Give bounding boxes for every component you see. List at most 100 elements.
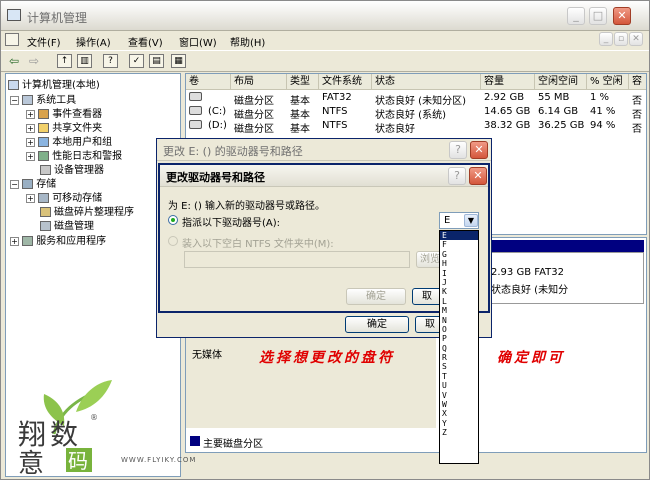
menu-help[interactable]: 帮助(H): [230, 34, 265, 49]
table-row[interactable]: (C:) 磁盘分区 基本 NTFS 状态良好 (系统) 14.65 GB 6.1…: [186, 105, 646, 121]
drive-letter-option[interactable]: Q: [440, 344, 478, 353]
outer-ok-button[interactable]: 确定: [345, 316, 409, 333]
child-restore-button[interactable]: ▫: [614, 32, 628, 46]
drive-letter-option[interactable]: M: [440, 306, 478, 315]
drive-letter-option[interactable]: T: [440, 372, 478, 381]
drive-letter-option[interactable]: U: [440, 381, 478, 390]
inner-dialog-titlebar[interactable]: 更改驱动器号和路径 ? ✕: [160, 165, 488, 187]
radio-assign-letter[interactable]: [168, 215, 178, 225]
inner-help-button[interactable]: ?: [448, 167, 466, 185]
drive-letter-dropdown[interactable]: EFGHIJKLMNOPQRSTUVWXYZ: [439, 230, 479, 464]
table-row[interactable]: (D:) 磁盘分区 基本 NTFS 状态良好 38.32 GB 36.25 GB…: [186, 119, 646, 135]
title-bar[interactable]: 计算机管理 _ □ ✕: [1, 1, 649, 31]
storage-icon: [22, 179, 34, 189]
expand-icon[interactable]: +: [26, 151, 35, 161]
expand-icon[interactable]: +: [26, 193, 35, 203]
col-layout[interactable]: 布局: [231, 74, 287, 90]
tree-item-removable[interactable]: + 可移动存储: [26, 189, 102, 204]
drive-letter-option[interactable]: R: [440, 353, 478, 362]
inner-close-button[interactable]: ✕: [469, 167, 487, 185]
forward-arrow-icon[interactable]: ⇨: [29, 54, 39, 68]
tree-item-local-users[interactable]: + 本地用户和组: [26, 133, 112, 148]
col-fault-tolerance[interactable]: 容: [629, 74, 646, 90]
col-status[interactable]: 状态: [372, 74, 481, 90]
tree-item-event-viewer[interactable]: + 事件查看器: [26, 105, 102, 120]
col-type[interactable]: 类型: [287, 74, 319, 90]
outer-dialog-titlebar[interactable]: 更改 E: () 的驱动器号和路径 ? ✕: [157, 139, 491, 161]
export-list-icon[interactable]: ▤: [149, 54, 164, 68]
drive-letter-option[interactable]: P: [440, 334, 478, 343]
collapse-icon[interactable]: −: [10, 179, 19, 189]
event-viewer-icon: [38, 109, 50, 119]
tree-item-root[interactable]: 计算机管理(本地): [8, 76, 100, 91]
drive-letter-option[interactable]: J: [440, 278, 478, 287]
drive-letter-option[interactable]: Z: [440, 428, 478, 437]
drive-letter-option[interactable]: S: [440, 362, 478, 371]
drive-letter-option[interactable]: N: [440, 316, 478, 325]
child-minimize-button[interactable]: _: [599, 32, 613, 46]
col-percent-free[interactable]: % 空闲: [587, 74, 629, 90]
tree-item-defrag[interactable]: 磁盘碎片整理程序: [40, 203, 134, 218]
properties-icon[interactable]: ✓: [129, 54, 144, 68]
computer-icon: [8, 80, 19, 90]
computer-management-window: 计算机管理 _ □ ✕ 文件(F) 操作(A) 查看(V) 窗口(W) 帮助(H…: [0, 0, 650, 480]
drive-letter-option[interactable]: F: [440, 240, 478, 249]
drive-letter-option[interactable]: E: [440, 231, 478, 241]
tree-item-system-tools[interactable]: − 系统工具: [10, 91, 76, 106]
console-tree[interactable]: 计算机管理(本地) − 系统工具 + 事件查看器 + 共享文件夹 + 本地用户和…: [5, 73, 195, 479]
drive-letter-option[interactable]: G: [440, 250, 478, 259]
tree-item-services[interactable]: + 服务和应用程序: [10, 232, 106, 247]
drive-letter-select[interactable]: E ▼: [439, 212, 479, 229]
col-filesystem[interactable]: 文件系统: [319, 74, 372, 90]
menu-action[interactable]: 操作(A): [76, 34, 111, 49]
tree-item-device-manager[interactable]: 设备管理器: [40, 161, 104, 176]
expand-icon[interactable]: +: [26, 109, 35, 119]
tree-item-perf-logs[interactable]: + 性能日志和警报: [26, 147, 122, 162]
tree-item-disk-management[interactable]: 磁盘管理: [40, 217, 94, 232]
expand-icon[interactable]: +: [10, 236, 19, 246]
table-row[interactable]: 磁盘分区 基本 FAT32 状态良好 (未知分区) 2.92 GB 55 MB …: [186, 91, 646, 107]
maximize-button[interactable]: □: [589, 7, 607, 25]
help-icon[interactable]: ?: [103, 54, 118, 68]
folder-path-input[interactable]: [184, 251, 410, 268]
drive-letter-option[interactable]: V: [440, 391, 478, 400]
mmc-console-icon[interactable]: [5, 33, 19, 46]
menu-view[interactable]: 查看(V): [128, 34, 163, 49]
drive-letter-option[interactable]: W: [440, 400, 478, 409]
inner-cancel-button[interactable]: 取: [412, 288, 442, 305]
child-close-button[interactable]: ✕: [629, 32, 643, 46]
fat32-partition[interactable]: 2.93 GB FAT32 状态良好 (未知分: [486, 252, 644, 304]
drive-letter-option[interactable]: L: [440, 297, 478, 306]
watermark-url: WWW.FLYIKY.COM: [121, 456, 197, 464]
col-free-space[interactable]: 空闲空间: [535, 74, 587, 90]
drive-letter-option[interactable]: Y: [440, 419, 478, 428]
expand-icon[interactable]: +: [26, 123, 35, 133]
tree-item-storage[interactable]: − 存储: [10, 175, 56, 190]
close-button[interactable]: ✕: [613, 7, 631, 25]
expand-icon[interactable]: +: [26, 137, 35, 147]
minimize-button[interactable]: _: [567, 7, 585, 25]
chevron-down-icon[interactable]: ▼: [464, 214, 478, 227]
up-level-icon[interactable]: ↑: [57, 54, 72, 68]
menu-file[interactable]: 文件(F): [27, 34, 61, 49]
col-capacity[interactable]: 容量: [481, 74, 535, 90]
inner-dialog-title: 更改驱动器号和路径: [166, 171, 265, 184]
drive-letter-option[interactable]: X: [440, 409, 478, 418]
radio-mount-folder[interactable]: [168, 236, 178, 246]
show-hide-tree-icon[interactable]: ▥: [77, 54, 92, 68]
inner-ok-button[interactable]: 确定: [346, 288, 406, 305]
tree-item-shared-folders[interactable]: + 共享文件夹: [26, 119, 102, 134]
annotation-right: 确定即可: [497, 350, 565, 366]
drive-letter-option[interactable]: I: [440, 269, 478, 278]
outer-close-button[interactable]: ✕: [470, 141, 488, 159]
outer-help-button[interactable]: ?: [449, 141, 467, 159]
drive-letter-option[interactable]: H: [440, 259, 478, 268]
view-icon[interactable]: ▦: [171, 54, 186, 68]
drive-letter-option[interactable]: K: [440, 287, 478, 296]
drive-letter-option[interactable]: O: [440, 325, 478, 334]
collapse-icon[interactable]: −: [10, 95, 19, 105]
back-arrow-icon[interactable]: ⇦: [9, 54, 19, 68]
svg-text:意: 意: [18, 449, 44, 474]
menu-window[interactable]: 窗口(W): [179, 34, 217, 49]
col-volume[interactable]: 卷: [186, 74, 231, 90]
